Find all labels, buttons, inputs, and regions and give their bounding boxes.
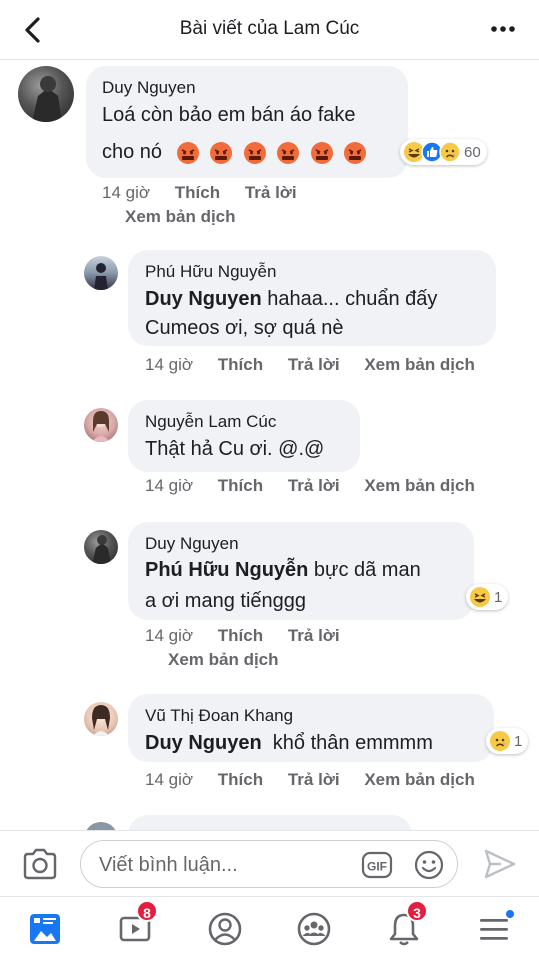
angry-face-icon xyxy=(310,141,333,164)
see-translation-link[interactable]: Xem bản dịch xyxy=(168,650,279,670)
like-action[interactable]: Thích xyxy=(218,770,263,790)
like-action[interactable]: Thích xyxy=(218,626,263,646)
reaction-summary[interactable]: 1 xyxy=(486,728,529,754)
svg-text:GIF: GIF xyxy=(367,860,387,874)
see-translation-link[interactable]: Xem bản dịch xyxy=(364,770,475,790)
reply-action[interactable]: Trả lời xyxy=(288,476,340,496)
angry-face-icon xyxy=(176,141,199,164)
reaction-summary[interactable]: 60 xyxy=(400,139,487,165)
comment-input-placeholder: Viết bình luận... xyxy=(99,854,238,876)
comment-text-part: khổ thân emmmm xyxy=(261,732,433,754)
avatar[interactable] xyxy=(84,256,118,290)
comment-actions: 14 giờ Thích Trả lời Xem bản dịch xyxy=(145,476,475,496)
gif-icon[interactable]: GIF xyxy=(361,851,393,879)
comment-text-part: bực dã man xyxy=(308,559,421,581)
comment-actions: 14 giờ Thích Trả lời xyxy=(102,183,297,203)
comment-actions: 14 giờ Thích Trả lời xyxy=(145,626,340,646)
angry-emoji-row xyxy=(172,137,368,168)
comment-text: Phú Hữu Nguyễn bực dã man xyxy=(145,555,421,586)
like-action[interactable]: Thích xyxy=(175,183,220,203)
notifications-tab[interactable]: 3 xyxy=(384,900,428,949)
angry-face-icon xyxy=(277,141,300,164)
comment-composer: Viết bình luận... GIF xyxy=(0,830,539,896)
see-translation-link[interactable]: Xem bản dịch xyxy=(125,207,236,227)
reply-action[interactable]: Trả lời xyxy=(245,183,297,203)
watch-badge: 8 xyxy=(136,900,158,922)
mention-link[interactable]: Phú Hữu Nguyễn xyxy=(145,559,308,581)
haha-reaction-icon xyxy=(470,587,490,607)
angry-face-icon xyxy=(344,141,367,164)
comment-text: Thật hả Cu ơi. @.@ xyxy=(145,438,325,460)
reaction-summary[interactable]: 1 xyxy=(466,584,509,610)
see-translation-link[interactable]: Xem bản dịch xyxy=(364,355,475,375)
avatar[interactable] xyxy=(18,66,74,122)
send-icon[interactable] xyxy=(483,847,517,881)
reaction-count: 1 xyxy=(494,588,503,606)
reply-action[interactable]: Trả lời xyxy=(288,355,340,375)
like-action[interactable]: Thích xyxy=(218,355,263,375)
comment-author[interactable]: Duy Nguyen xyxy=(145,534,239,554)
comment-text-part: hahaa... chuẩn đấy xyxy=(261,288,438,310)
watch-tab[interactable]: 8 xyxy=(116,900,158,949)
comment-actions: 14 giờ Thích Trả lời Xem bản dịch xyxy=(145,355,475,375)
angry-face-icon xyxy=(243,141,266,164)
translate-link: Xem bản dịch xyxy=(125,207,236,227)
translate-link: Xem bản dịch xyxy=(168,650,279,670)
like-action[interactable]: Thích xyxy=(218,476,263,496)
comment-time: 14 giờ xyxy=(102,183,151,202)
avatar[interactable] xyxy=(84,530,118,564)
comment-text-line2: cho nó xyxy=(102,137,367,168)
comment-text: Duy Nguyen khổ thân emmmm xyxy=(145,728,433,759)
angry-face-icon xyxy=(210,141,233,164)
menu-tab[interactable] xyxy=(474,909,515,949)
mention-link[interactable]: Duy Nguyen xyxy=(145,732,262,754)
avatar[interactable] xyxy=(84,702,118,736)
comment-text-line2: Cumeos ơi, sợ quá nè xyxy=(145,317,344,339)
comment-author[interactable]: Duy Nguyen xyxy=(102,78,196,98)
comment-time: 14 giờ xyxy=(145,355,194,374)
comment-author[interactable]: Phú Hữu Nguyễn xyxy=(145,262,276,282)
comment-author[interactable]: Nguyễn Lam Cúc xyxy=(145,412,276,432)
comment-text: Duy Nguyen hahaa... chuẩn đấy xyxy=(145,284,437,315)
comment-text-line2: a ơi mang tiếnggg xyxy=(145,590,306,612)
reply-action[interactable]: Trả lời xyxy=(288,770,340,790)
sad-reaction-icon xyxy=(439,141,461,163)
comment-input[interactable]: Viết bình luận... GIF xyxy=(80,840,458,888)
sad-reaction-icon xyxy=(490,731,510,751)
groups-icon[interactable] xyxy=(294,909,334,949)
comment-time: 14 giờ xyxy=(145,770,194,789)
comment-text-part: cho nó xyxy=(102,141,163,163)
more-options-icon[interactable] xyxy=(489,19,517,39)
profile-icon[interactable] xyxy=(205,909,245,949)
reply-action[interactable]: Trả lời xyxy=(288,626,340,646)
see-translation-link[interactable]: Xem bản dịch xyxy=(364,476,475,496)
mention-link[interactable]: Duy Nguyen xyxy=(145,288,262,310)
comment-author[interactable]: Vũ Thị Đoan Khang xyxy=(145,706,293,726)
menu-indicator-dot xyxy=(505,909,515,919)
page-title: Bài viết của Lam Cúc xyxy=(179,18,360,39)
news-feed-icon[interactable] xyxy=(25,909,65,949)
comment-time: 14 giờ xyxy=(145,476,194,495)
comment-text: Loá còn bảo em bán áo fake xyxy=(102,104,356,126)
reaction-count: 60 xyxy=(464,143,481,161)
camera-icon[interactable] xyxy=(22,848,58,880)
emoji-icon[interactable] xyxy=(413,849,445,881)
comment-time: 14 giờ xyxy=(145,626,194,645)
bottom-navigation: 8 3 xyxy=(0,896,539,960)
avatar[interactable] xyxy=(84,408,118,442)
notifications-badge: 3 xyxy=(406,900,428,922)
reaction-count: 1 xyxy=(514,732,523,750)
comment-actions: 14 giờ Thích Trả lời Xem bản dịch xyxy=(145,770,475,790)
top-bar: Bài viết của Lam Cúc xyxy=(0,0,539,60)
